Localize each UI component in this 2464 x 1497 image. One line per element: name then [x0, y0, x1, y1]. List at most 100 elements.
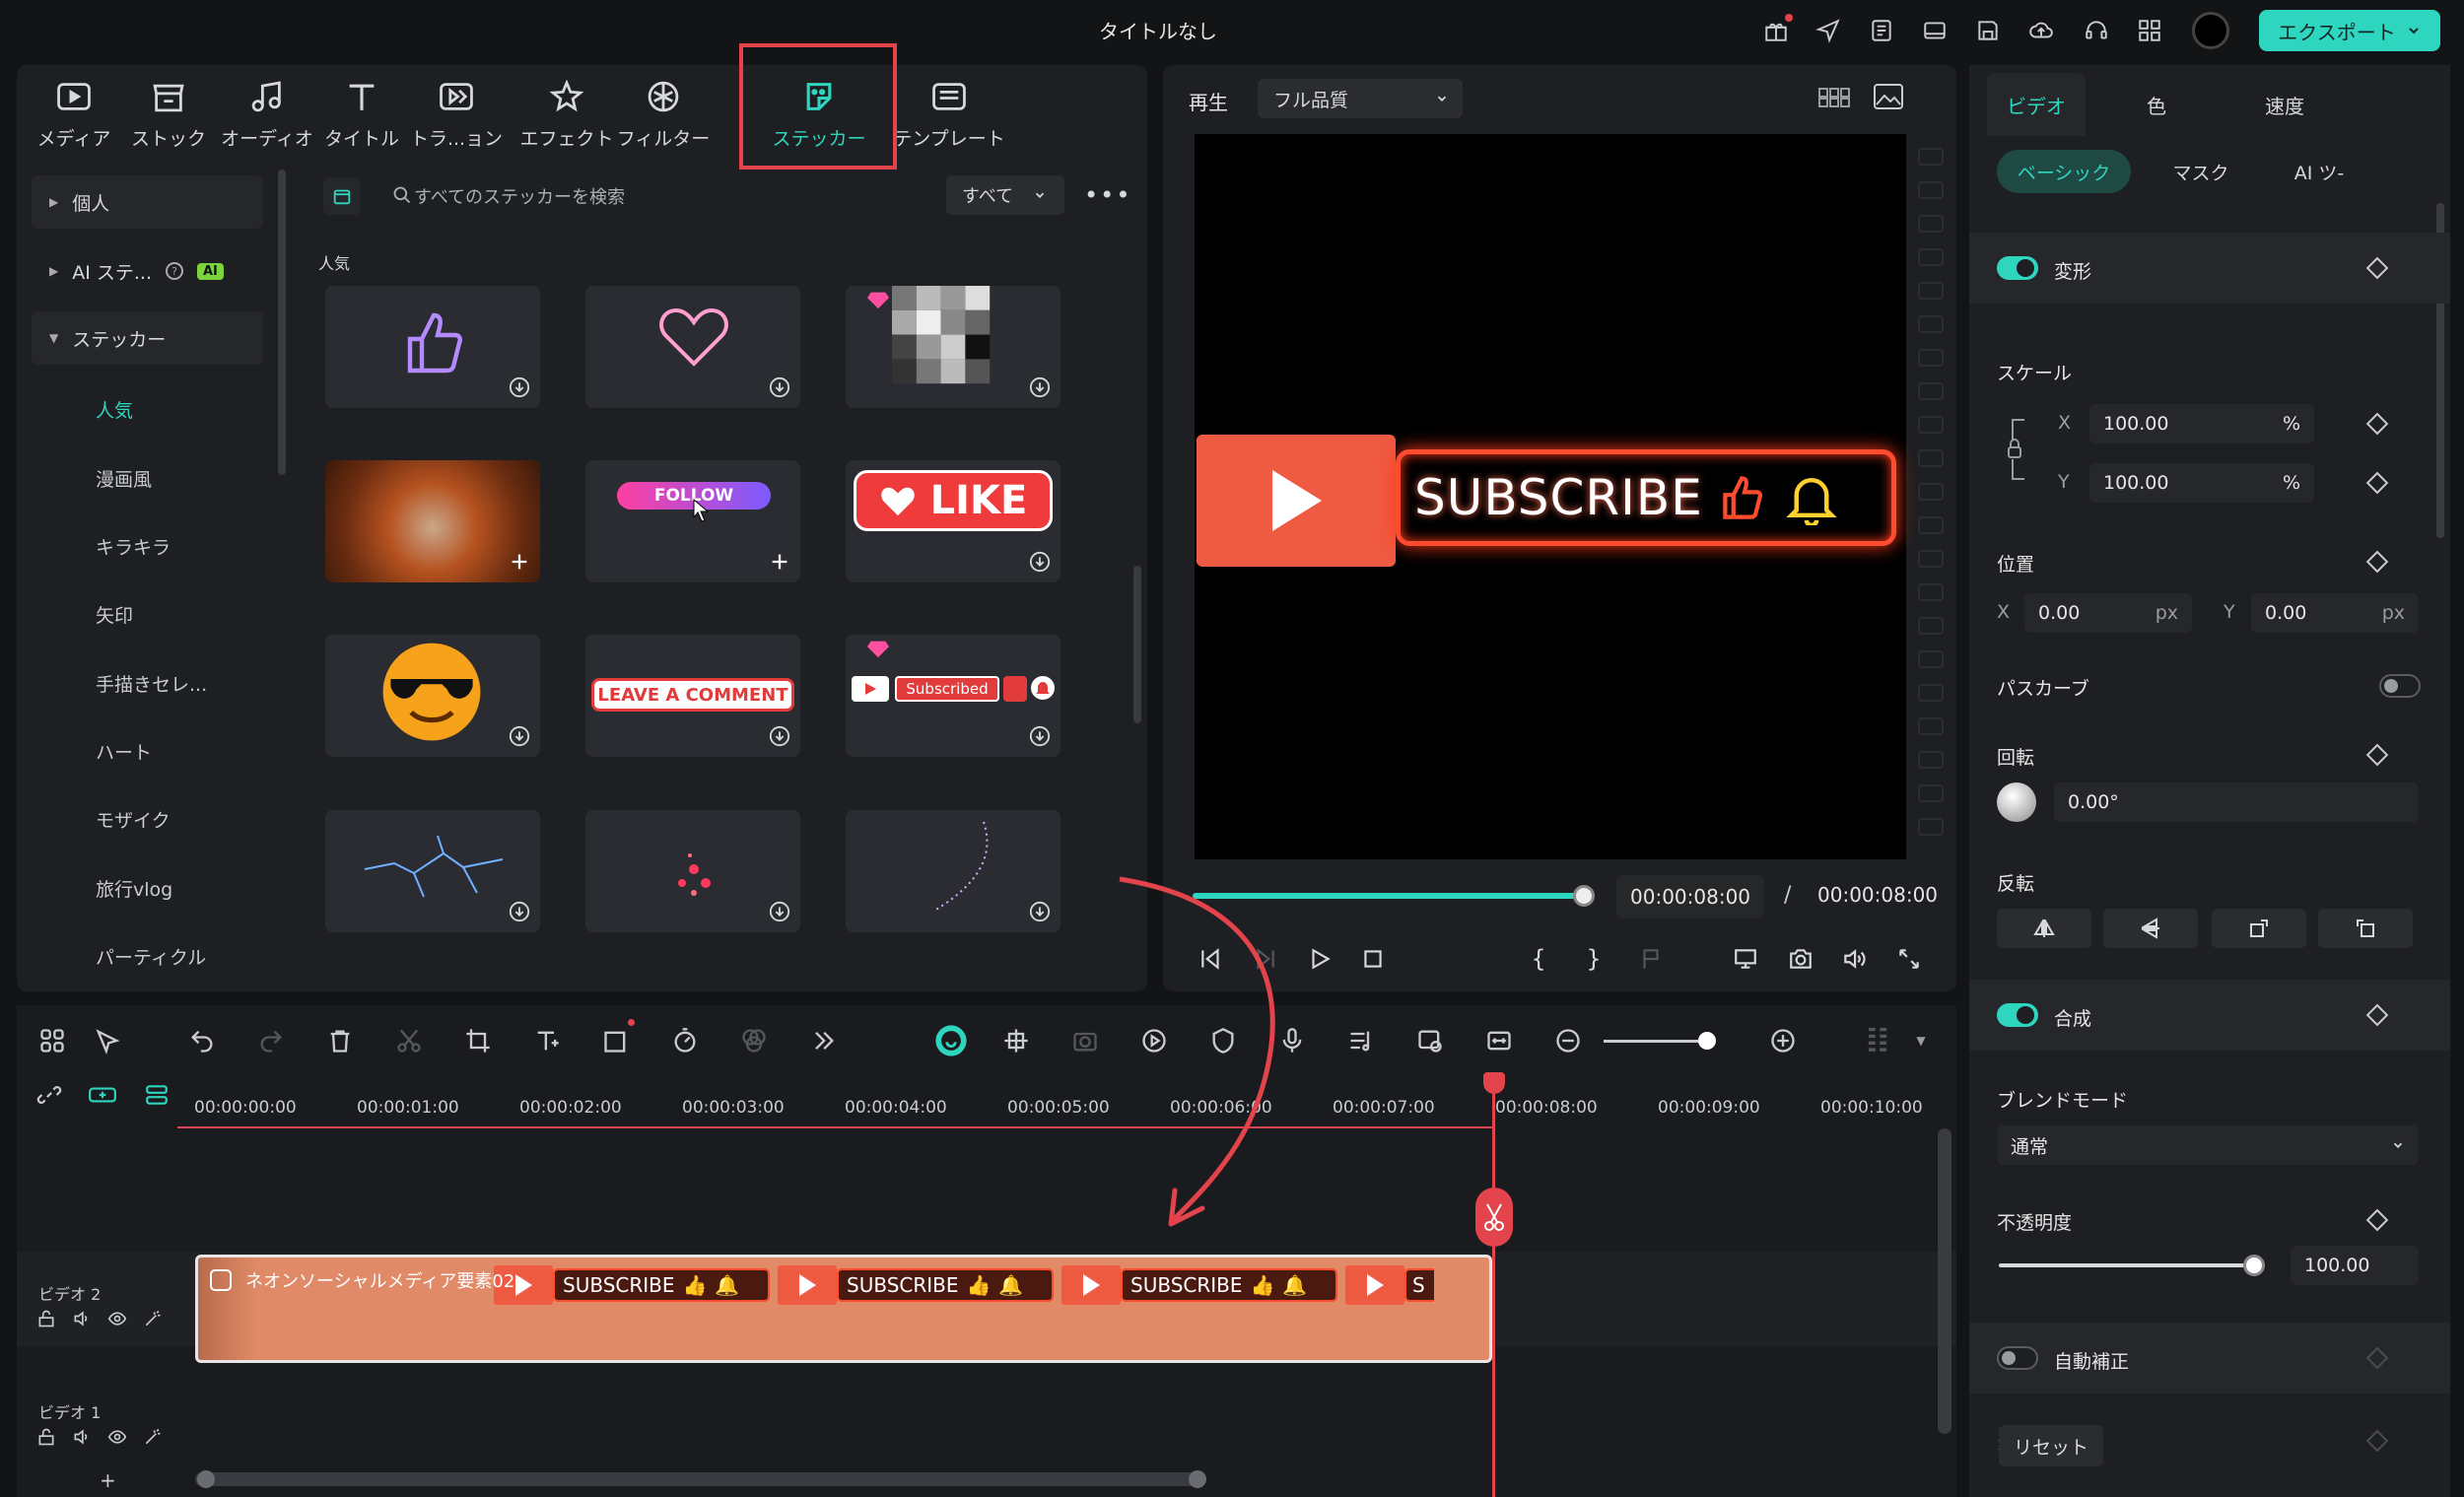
add-icon[interactable] [769, 551, 790, 573]
ai-assistant-icon[interactable] [933, 1023, 969, 1058]
download-icon[interactable] [1029, 901, 1051, 922]
zoom-out-icon[interactable] [1550, 1023, 1586, 1058]
flip-vertical-button[interactable] [2103, 909, 2198, 948]
layout-grid-icon[interactable] [34, 1023, 70, 1058]
track-settings-icon[interactable] [1860, 1023, 1895, 1058]
rotate-left-button[interactable] [2318, 909, 2413, 948]
timeline-vertical-scrollbar[interactable] [1938, 1128, 1951, 1434]
sticker-subscribed[interactable]: Subscribed [846, 635, 1061, 757]
volume-icon[interactable] [1837, 942, 1871, 976]
track-manager-icon[interactable] [143, 1082, 171, 1108]
rotate-right-button[interactable] [2212, 909, 2306, 948]
sticker-leave-comment[interactable]: LEAVE A COMMENT [585, 635, 800, 757]
sticker-thumbs-up[interactable] [325, 286, 540, 408]
link-icon[interactable] [36, 1082, 62, 1108]
sticker-explosion[interactable] [325, 460, 540, 582]
category-ai-sticker[interactable]: ▶ AI ステ... ? AI [32, 244, 263, 298]
tab-color[interactable]: 色 [2107, 85, 2206, 124]
subcategory-popular[interactable]: 人気 [96, 396, 133, 423]
save-icon[interactable] [1971, 14, 2005, 47]
composite-toggle[interactable] [1997, 1003, 2038, 1027]
download-icon[interactable] [1029, 725, 1051, 747]
snapshot-view-icon[interactable] [1873, 83, 1904, 110]
fullscreen-icon[interactable] [1892, 942, 1926, 976]
display-icon[interactable] [1729, 942, 1762, 976]
subcategory-sparkle[interactable]: キラキラ [96, 533, 171, 560]
tab-video[interactable]: ビデオ [1987, 85, 2086, 124]
category-scrollbar[interactable] [278, 170, 286, 475]
timeline-horizontal-scrollbar[interactable] [195, 1472, 1200, 1486]
download-icon[interactable] [509, 725, 530, 747]
keyframe-diamond-icon[interactable] [2365, 743, 2389, 767]
subcategory-mosaic[interactable]: モザイク [96, 806, 171, 833]
audio-mix-icon[interactable] [1343, 1023, 1379, 1058]
download-icon[interactable] [1029, 551, 1051, 573]
undo-icon[interactable] [184, 1023, 220, 1058]
lock-icon[interactable] [36, 1309, 56, 1328]
download-icon[interactable] [509, 901, 530, 922]
scroll-right-handle[interactable] [1189, 1470, 1206, 1488]
tab-speed[interactable]: 速度 [2235, 85, 2334, 124]
select-tool-icon[interactable] [90, 1023, 125, 1058]
export-button[interactable]: エクスポート [2259, 10, 2440, 51]
playhead[interactable] [1492, 1076, 1495, 1497]
sticker-neon-heart[interactable] [585, 286, 800, 408]
category-sticker[interactable]: ▼ ステッカー [32, 311, 263, 365]
preview-stage[interactable]: SUBSCRIBE [1195, 134, 1906, 859]
sticker-follow[interactable]: FOLLOW [585, 460, 800, 582]
video-effect-icon[interactable] [1067, 1023, 1103, 1058]
stop-icon[interactable] [1356, 942, 1390, 976]
time-ruler[interactable]: 00:00:00:00 00:00:01:00 00:00:02:00 00:0… [194, 1076, 1956, 1145]
send-icon[interactable] [1812, 14, 1845, 47]
sticker-hearts-particles[interactable] [585, 810, 800, 932]
playhead-handle[interactable] [1483, 1072, 1505, 1094]
path-curve-toggle[interactable] [2379, 674, 2421, 698]
task-list-icon[interactable] [1865, 14, 1898, 47]
layout-icon[interactable] [1918, 14, 1951, 47]
sticker-like[interactable]: LIKE [846, 460, 1061, 582]
tab-title[interactable]: タイトル [312, 75, 411, 164]
download-icon[interactable] [509, 376, 530, 398]
transform-toggle[interactable] [1997, 256, 2038, 280]
subcategory-arrow[interactable]: 矢印 [96, 601, 133, 628]
flip-horizontal-button[interactable] [1997, 909, 2091, 948]
grid-view-icon[interactable] [1817, 85, 1851, 110]
volume-icon[interactable] [72, 1427, 92, 1447]
download-icon[interactable] [769, 376, 790, 398]
tab-template[interactable]: テンプレート [892, 75, 1006, 164]
sticker-sparkle-trail[interactable] [846, 810, 1061, 932]
scroll-left-handle[interactable] [197, 1470, 215, 1488]
color-icon[interactable] [736, 1023, 772, 1058]
opacity-slider-handle[interactable] [2243, 1255, 2265, 1276]
cut-icon[interactable] [391, 1023, 427, 1058]
category-personal[interactable]: ▶ 個人 [32, 175, 263, 229]
subtab-mask[interactable]: マスク [2147, 150, 2255, 193]
help-icon[interactable]: ? [166, 262, 183, 280]
download-icon[interactable] [769, 725, 790, 747]
split-scissor-button[interactable] [1475, 1188, 1513, 1247]
sticker-lightning[interactable] [325, 810, 540, 932]
mark-out-icon[interactable]: } [1577, 942, 1610, 976]
keyframe-diamond-icon[interactable] [2365, 550, 2389, 574]
add-track-icon[interactable] [88, 1082, 117, 1108]
lock-icon[interactable] [36, 1427, 56, 1447]
play-icon[interactable] [1303, 942, 1336, 976]
subcategory-heart[interactable]: ハート [96, 738, 152, 765]
shape-tool-icon[interactable] [598, 1023, 634, 1058]
screen-record-icon[interactable] [1412, 1023, 1448, 1058]
rotation-field[interactable]: 0.00° [2054, 783, 2419, 822]
store-icon[interactable] [323, 177, 361, 215]
tab-audio[interactable]: オーディオ [218, 75, 316, 164]
scale-x-field[interactable]: 100.00% [2089, 404, 2314, 443]
headset-icon[interactable] [2080, 14, 2113, 47]
download-icon[interactable] [1029, 376, 1051, 398]
cloud-upload-icon[interactable] [2024, 14, 2058, 47]
reset-button[interactable]: リセット [1999, 1425, 2103, 1466]
tab-stock[interactable]: ストック [119, 75, 218, 164]
download-icon[interactable] [769, 901, 790, 922]
rotation-dial[interactable] [1997, 783, 2036, 822]
subcategory-particle[interactable]: パーティクル [96, 943, 206, 970]
text-tool-icon[interactable] [529, 1023, 565, 1058]
more-tools-icon[interactable] [805, 1023, 841, 1058]
lock-aspect-icon[interactable] [2005, 410, 2030, 489]
